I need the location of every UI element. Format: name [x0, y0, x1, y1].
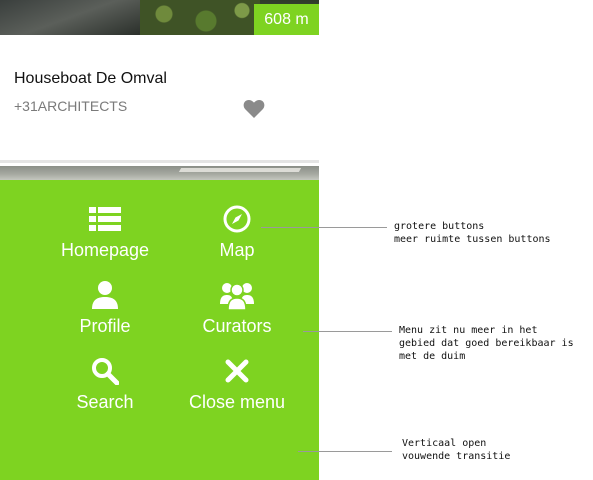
- menu-label-close-menu: Close menu: [188, 392, 286, 412]
- menu-item-search[interactable]: Search: [30, 354, 180, 424]
- menu-item-close-menu[interactable]: Close menu: [162, 354, 312, 424]
- project-card[interactable]: Houseboat De Omval +31ARCHITECTS: [0, 35, 319, 160]
- annotation-menu-position: Menu zit nu meer in het gebied dat goed …: [399, 325, 574, 362]
- compass-icon: [220, 202, 254, 236]
- annotation-line-3: [298, 451, 392, 452]
- card-divider: [0, 160, 319, 163]
- card-title[interactable]: Houseboat De Omval: [14, 70, 167, 88]
- menu-label-curators: Curators: [202, 316, 272, 336]
- heart-icon[interactable]: [243, 99, 265, 119]
- menu-item-homepage[interactable]: Homepage: [30, 202, 180, 272]
- photo-trees: [140, 0, 260, 35]
- card-subtitle: +31ARCHITECTS: [14, 98, 128, 114]
- group-icon: [220, 278, 254, 312]
- photo-water: [0, 0, 140, 35]
- close-icon: [220, 354, 254, 388]
- menu-item-map[interactable]: Map: [162, 202, 312, 272]
- menu-item-curators[interactable]: Curators: [162, 278, 312, 348]
- menu-label-homepage: Homepage: [60, 240, 150, 260]
- menu-label-profile: Profile: [79, 316, 131, 336]
- annotation-line-1: [261, 227, 387, 228]
- menu-label-search: Search: [76, 392, 134, 412]
- search-icon: [88, 354, 122, 388]
- menu-item-profile[interactable]: Profile: [30, 278, 180, 348]
- list-icon: [88, 202, 122, 236]
- annotation-line-2: [303, 331, 392, 332]
- annotation-buttons: grotere buttons meer ruimte tussen butto…: [394, 221, 551, 245]
- menu-label-map: Map: [219, 240, 255, 260]
- user-icon: [88, 278, 122, 312]
- navigation-menu: Homepage Map Profile Curators Search Clo…: [0, 180, 319, 480]
- annotation-transition: Verticaal open vouwende transitie: [402, 438, 511, 462]
- distance-badge: 608 m: [254, 4, 319, 35]
- card-photo-bottom: [0, 166, 319, 180]
